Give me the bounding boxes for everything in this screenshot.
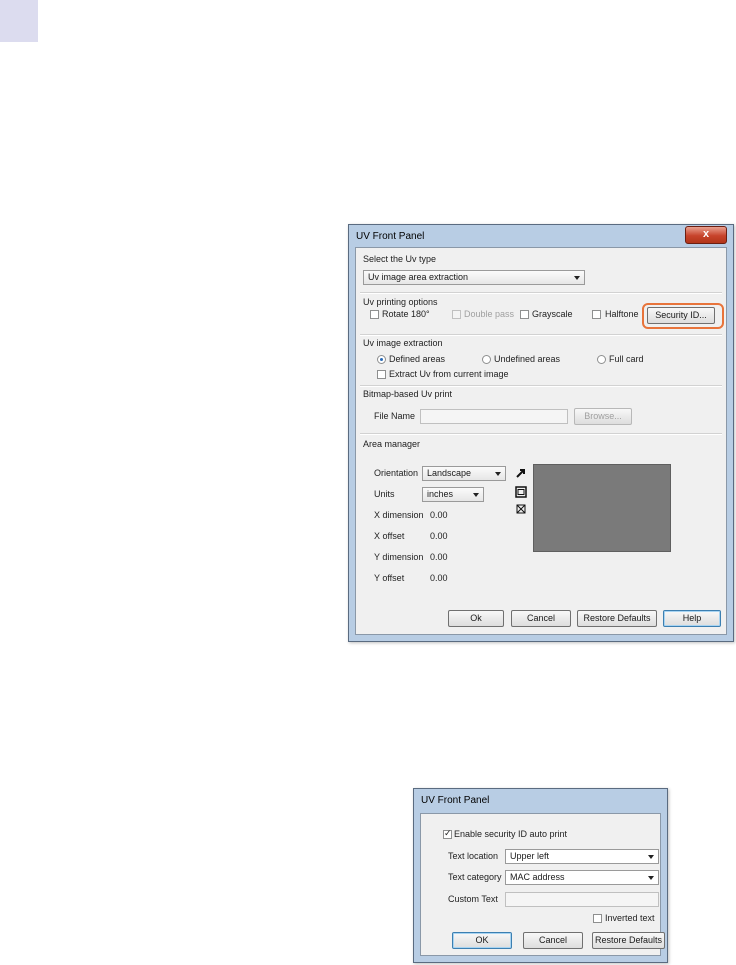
window-title: UV Front Panel <box>356 231 425 242</box>
text-location-value: Upper left <box>510 851 550 861</box>
title-bar[interactable]: UV Front Panel <box>414 789 667 813</box>
security-id-window: UV Front Panel ✓ Enable security ID auto… <box>413 788 668 963</box>
uv-type-value: Uv image area extraction <box>368 272 469 282</box>
double-pass-label: Double pass <box>464 309 515 319</box>
full-card-radio[interactable] <box>597 355 606 364</box>
x-dimension-label: X dimension <box>374 510 424 520</box>
x-dimension-value: 0.00 <box>430 510 448 520</box>
chevron-down-icon <box>495 472 501 476</box>
divider <box>360 334 722 336</box>
halftone-checkbox[interactable] <box>592 310 601 319</box>
y-dimension-label: Y dimension <box>374 552 424 562</box>
inverted-text-label: Inverted text <box>605 913 655 923</box>
help-button[interactable]: Help <box>663 610 721 627</box>
text-location-label: Text location <box>448 851 499 861</box>
defined-areas-radio[interactable] <box>377 355 386 364</box>
x-offset-label: X offset <box>374 531 405 541</box>
restore-defaults-button[interactable]: Restore Defaults <box>577 610 657 627</box>
text-category-label: Text category <box>448 872 502 882</box>
enable-security-checkbox[interactable]: ✓ <box>443 828 452 839</box>
printing-options-label: Uv printing options <box>363 297 438 307</box>
double-pass-checkbox[interactable] <box>452 310 461 319</box>
image-extraction-label: Uv image extraction <box>363 338 443 348</box>
enable-security-label: Enable security ID auto print <box>454 829 568 839</box>
inverted-text-checkbox[interactable] <box>593 914 602 923</box>
grayscale-checkbox[interactable] <box>520 310 529 319</box>
custom-text-label: Custom Text <box>448 894 498 904</box>
text-category-value: MAC address <box>510 872 565 882</box>
text-category-dropdown[interactable]: MAC address <box>505 870 659 885</box>
extract-current-label: Extract Uv from current image <box>389 369 509 379</box>
full-card-label: Full card <box>609 354 644 364</box>
check-icon: ✓ <box>444 828 452 838</box>
units-dropdown[interactable]: inches <box>422 487 484 502</box>
undefined-areas-label: Undefined areas <box>494 354 561 364</box>
chevron-down-icon <box>574 276 580 280</box>
x-offset-value: 0.00 <box>430 531 448 541</box>
browse-button[interactable]: Browse... <box>574 408 632 425</box>
orientation-value: Landscape <box>427 468 472 478</box>
y-offset-value: 0.00 <box>430 573 448 583</box>
undefined-areas-radio[interactable] <box>482 355 491 364</box>
divider <box>360 433 722 435</box>
title-bar[interactable]: UV Front Panel x <box>349 225 733 247</box>
window-title: UV Front Panel <box>421 795 490 806</box>
ok-button[interactable]: OK <box>452 932 512 949</box>
y-dimension-value: 0.00 <box>430 552 448 562</box>
cancel-button[interactable]: Cancel <box>523 932 583 949</box>
cancel-button[interactable]: Cancel <box>511 610 571 627</box>
restore-defaults-button[interactable]: Restore Defaults <box>592 932 665 949</box>
y-offset-label: Y offset <box>374 573 405 583</box>
divider <box>360 385 722 387</box>
uv-type-dropdown[interactable]: Uv image area extraction <box>363 270 585 285</box>
custom-text-field[interactable] <box>505 892 659 907</box>
security-id-button[interactable]: Security ID... <box>647 307 715 324</box>
uv-type-label: Select the Uv type <box>363 254 437 264</box>
rotate-checkbox[interactable] <box>370 310 379 319</box>
card-preview-area[interactable] <box>533 464 671 552</box>
extract-current-checkbox[interactable] <box>377 370 386 379</box>
chevron-down-icon <box>648 876 654 880</box>
orientation-label: Orientation <box>374 468 419 478</box>
uv-front-panel-window: UV Front Panel x Select the Uv type Uv i… <box>348 224 734 642</box>
close-button[interactable]: x <box>685 226 727 244</box>
dialog-body: Select the Uv type Uv image area extract… <box>355 247 727 635</box>
units-label: Units <box>374 489 395 499</box>
ok-button[interactable]: Ok <box>448 610 504 627</box>
file-name-field[interactable] <box>420 409 568 424</box>
rotate-label: Rotate 180° <box>382 309 430 319</box>
text-location-dropdown[interactable]: Upper left <box>505 849 659 864</box>
bitmap-label: Bitmap-based Uv print <box>363 389 453 399</box>
delete-area-icon[interactable] <box>515 503 527 515</box>
chevron-down-icon <box>648 855 654 859</box>
halftone-label: Halftone <box>605 309 639 319</box>
defined-areas-label: Defined areas <box>389 354 446 364</box>
grayscale-label: Grayscale <box>532 309 573 319</box>
dialog-body: ✓ Enable security ID auto print Text loc… <box>420 813 665 956</box>
file-name-label: File Name <box>374 411 416 421</box>
area-manager-label: Area manager <box>363 439 421 449</box>
arrow-select-icon[interactable] <box>515 467 527 479</box>
rectangle-tool-icon[interactable] <box>515 486 527 498</box>
orientation-dropdown[interactable]: Landscape <box>422 466 506 481</box>
page-corner-marker <box>0 0 38 42</box>
divider <box>360 292 722 294</box>
chevron-down-icon <box>473 493 479 497</box>
units-value: inches <box>427 489 454 499</box>
